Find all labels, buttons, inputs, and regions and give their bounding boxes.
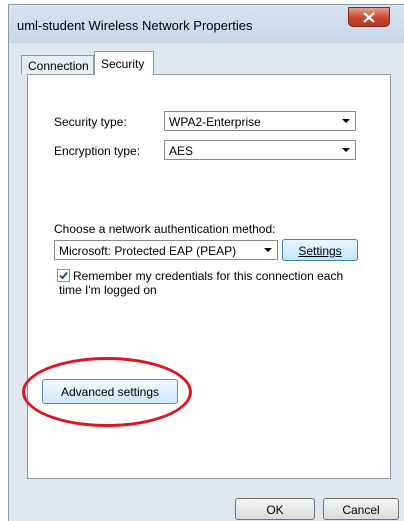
cancel-button-label: Cancel [342,503,380,517]
encryption-type-label: Encryption type: [54,144,141,158]
settings-button[interactable]: Settings [282,239,358,261]
tab-security-label: Security [101,57,145,71]
auth-method-label: Choose a network authentication method: [54,222,276,236]
tab-connection[interactable]: Connection [21,55,94,74]
chevron-down-icon [264,248,272,252]
remember-credentials-checkbox[interactable] [57,269,70,282]
auth-method-select[interactable]: Microsoft: Protected EAP (PEAP) [54,240,278,260]
tab-security[interactable]: Security [94,51,154,75]
security-tab-panel: Security type: WPA2-Enterprise Encryptio… [27,74,391,479]
tab-connection-label: Connection [28,59,89,73]
chevron-down-icon [342,119,350,123]
background-edge [0,0,8,521]
title-bar: uml-student Wireless Network Properties [9,5,404,43]
security-type-label: Security type: [54,115,127,129]
auth-method-value: Microsoft: Protected EAP (PEAP) [59,244,237,258]
encryption-type-value: AES [169,144,194,158]
security-type-value: WPA2-Enterprise [169,115,261,129]
cancel-button[interactable]: Cancel [323,498,399,520]
network-properties-dialog: uml-student Wireless Network Properties … [8,4,404,521]
advanced-settings-label: Advanced settings [60,385,160,399]
window-title: uml-student Wireless Network Properties [17,18,253,33]
advanced-settings-button[interactable]: Advanced settings [42,379,178,404]
remember-credentials-label-line1: Remember my credentials for this connect… [73,269,344,283]
remember-credentials-label-line2: time I'm logged on [59,283,157,297]
encryption-type-select[interactable]: AES [164,140,356,160]
chevron-down-icon [342,148,350,152]
checkmark-icon [59,271,68,280]
ok-button[interactable]: OK [235,498,315,520]
close-icon [363,12,375,23]
close-button[interactable] [348,7,390,27]
security-type-select[interactable]: WPA2-Enterprise [164,111,356,131]
settings-button-label: Settings [298,244,342,258]
ok-button-label: OK [266,503,284,517]
